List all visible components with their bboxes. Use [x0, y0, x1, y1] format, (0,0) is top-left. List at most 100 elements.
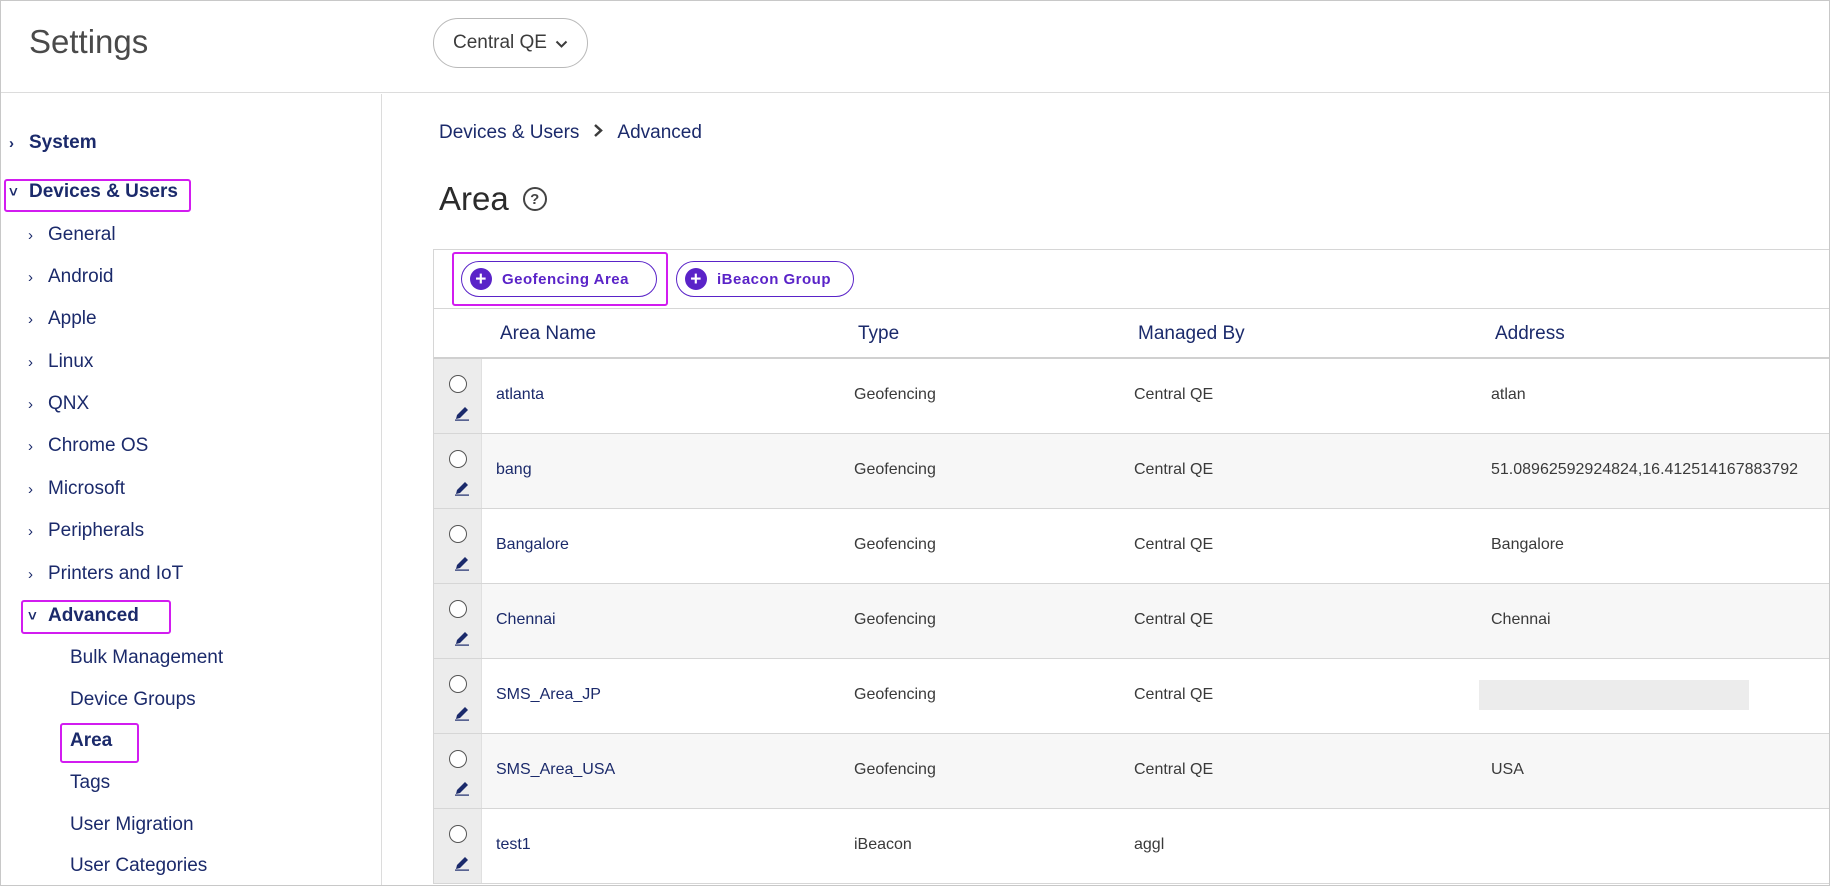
sidebar-item-devices-users[interactable]: ˅ Devices & Users: [9, 181, 178, 203]
sidebar-item-chrome-os[interactable]: › Chrome OS: [28, 435, 148, 457]
sidebar-item-apple[interactable]: › Apple: [28, 308, 97, 330]
area-name-link[interactable]: atlanta: [496, 386, 544, 404]
row-controls: [434, 509, 482, 583]
area-type: Geofencing: [854, 386, 936, 403]
area-type: iBeacon: [854, 836, 912, 853]
column-header-area-name[interactable]: Area Name: [500, 323, 596, 345]
page-title-row: Area ?: [439, 180, 547, 218]
row-select-radio[interactable]: [449, 825, 467, 843]
sidebar-item-qnx[interactable]: › QNX: [28, 393, 89, 415]
help-icon[interactable]: ?: [522, 187, 547, 211]
app-title: Settings: [29, 23, 149, 60]
row-select-radio[interactable]: [449, 450, 467, 468]
sidebar-item-label: User Migration: [70, 814, 194, 835]
table-row[interactable]: test1 iBeacon aggl: [433, 809, 1829, 884]
breadcrumb: Devices & Users Advanced: [439, 121, 702, 144]
area-type: Geofencing: [854, 536, 936, 553]
sidebar-item-area[interactable]: Area: [70, 730, 112, 752]
chevron-right-icon: ›: [28, 395, 33, 413]
sidebar-item-android[interactable]: › Android: [28, 266, 114, 288]
sidebar-item-linux[interactable]: › Linux: [28, 351, 93, 373]
add-geofencing-area-button[interactable]: + Geofencing Area: [461, 261, 657, 297]
account-selector[interactable]: Central QE: [433, 18, 588, 68]
sidebar: › System ˅ Devices & Users › General › A…: [1, 94, 382, 885]
managed-by: Central QE: [1134, 611, 1214, 628]
sidebar-item-label: Microsoft: [48, 478, 126, 499]
table-row[interactable]: Chennai Geofencing Central QE Chennai: [433, 584, 1829, 659]
redacted-address: [1479, 680, 1749, 710]
sidebar-item-general[interactable]: › General: [28, 224, 116, 246]
area-name-link[interactable]: test1: [496, 836, 531, 854]
sidebar-item-microsoft[interactable]: › Microsoft: [28, 478, 125, 500]
edit-pencil-icon[interactable]: [454, 705, 470, 721]
sidebar-item-label: QNX: [48, 393, 90, 414]
sidebar-item-advanced[interactable]: ˅ Advanced: [28, 605, 139, 627]
sidebar-item-system[interactable]: › System: [9, 132, 97, 154]
row-select-radio[interactable]: [449, 525, 467, 543]
table-row[interactable]: SMS_Area_USA Geofencing Central QE USA: [433, 734, 1829, 809]
table-row[interactable]: SMS_Area_JP Geofencing Central QE: [433, 659, 1829, 734]
edit-pencil-icon[interactable]: [454, 855, 470, 871]
area-type: Geofencing: [854, 461, 936, 478]
managed-by: Central QE: [1134, 686, 1214, 703]
table-row[interactable]: atlanta Geofencing Central QE atlan: [433, 359, 1829, 434]
sidebar-item-device-groups[interactable]: Device Groups: [70, 689, 196, 711]
sidebar-item-label: User Categories: [70, 855, 208, 876]
add-ibeacon-group-button[interactable]: + iBeacon Group: [676, 261, 854, 297]
area-table: Area Name Type Managed By Address atlant…: [433, 309, 1829, 884]
area-name-link[interactable]: SMS_Area_USA: [496, 761, 615, 779]
edit-pencil-icon[interactable]: [454, 630, 470, 646]
breadcrumb-devices-users[interactable]: Devices & Users: [439, 122, 579, 144]
sidebar-item-printers-iot[interactable]: › Printers and IoT: [28, 563, 183, 585]
row-controls: [434, 434, 482, 508]
column-header-type[interactable]: Type: [858, 323, 899, 345]
sidebar-item-label: Advanced: [48, 605, 139, 626]
row-select-radio[interactable]: [449, 375, 467, 393]
sidebar-item-label: Linux: [48, 351, 94, 372]
column-header-address[interactable]: Address: [1495, 323, 1565, 345]
area-name-link[interactable]: bang: [496, 461, 532, 479]
address: USA: [1491, 761, 1524, 778]
page-title: Area: [439, 180, 509, 217]
table-header: Area Name Type Managed By Address: [433, 309, 1829, 359]
row-controls: [434, 659, 482, 733]
area-name-link[interactable]: SMS_Area_JP: [496, 686, 601, 704]
managed-by: Central QE: [1134, 536, 1214, 553]
area-type: Geofencing: [854, 611, 936, 628]
plus-circle-icon: +: [685, 268, 707, 290]
chevron-right-icon: [593, 121, 604, 144]
row-select-radio[interactable]: [449, 750, 467, 768]
address: Chennai: [1491, 611, 1551, 628]
edit-pencil-icon[interactable]: [454, 780, 470, 796]
sidebar-item-bulk-management[interactable]: Bulk Management: [70, 647, 223, 669]
column-header-managed-by[interactable]: Managed By: [1138, 323, 1245, 345]
sidebar-item-user-categories[interactable]: User Categories: [70, 855, 207, 877]
sidebar-item-label: Peripherals: [48, 520, 145, 541]
area-name-link[interactable]: Chennai: [496, 611, 556, 629]
plus-circle-icon: +: [470, 268, 492, 290]
sidebar-item-label: Printers and IoT: [48, 563, 184, 584]
chevron-right-icon: ›: [9, 134, 14, 152]
area-type: Geofencing: [854, 761, 936, 778]
area-name-link[interactable]: Bangalore: [496, 536, 569, 554]
edit-pencil-icon[interactable]: [454, 405, 470, 421]
table-row[interactable]: Bangalore Geofencing Central QE Bangalor…: [433, 509, 1829, 584]
chevron-right-icon: ›: [28, 480, 33, 498]
toolbar: + Geofencing Area + iBeacon Group: [433, 249, 1829, 309]
edit-pencil-icon[interactable]: [454, 555, 470, 571]
table-row[interactable]: bang Geofencing Central QE 51.0896259292…: [433, 434, 1829, 509]
chevron-right-icon: ›: [28, 226, 33, 244]
main-content: Devices & Users Advanced Area ? + Geofen…: [383, 94, 1829, 885]
row-select-radio[interactable]: [449, 675, 467, 693]
managed-by: Central QE: [1134, 461, 1214, 478]
row-select-radio[interactable]: [449, 600, 467, 618]
row-controls: [434, 809, 482, 883]
sidebar-item-label: Chrome OS: [48, 435, 149, 456]
chevron-right-icon: ›: [28, 437, 33, 455]
sidebar-item-user-migration[interactable]: User Migration: [70, 814, 194, 836]
breadcrumb-advanced[interactable]: Advanced: [617, 122, 702, 144]
sidebar-item-tags[interactable]: Tags: [70, 772, 110, 794]
edit-pencil-icon[interactable]: [454, 480, 470, 496]
sidebar-item-peripherals[interactable]: › Peripherals: [28, 520, 144, 542]
managed-by: Central QE: [1134, 761, 1214, 778]
